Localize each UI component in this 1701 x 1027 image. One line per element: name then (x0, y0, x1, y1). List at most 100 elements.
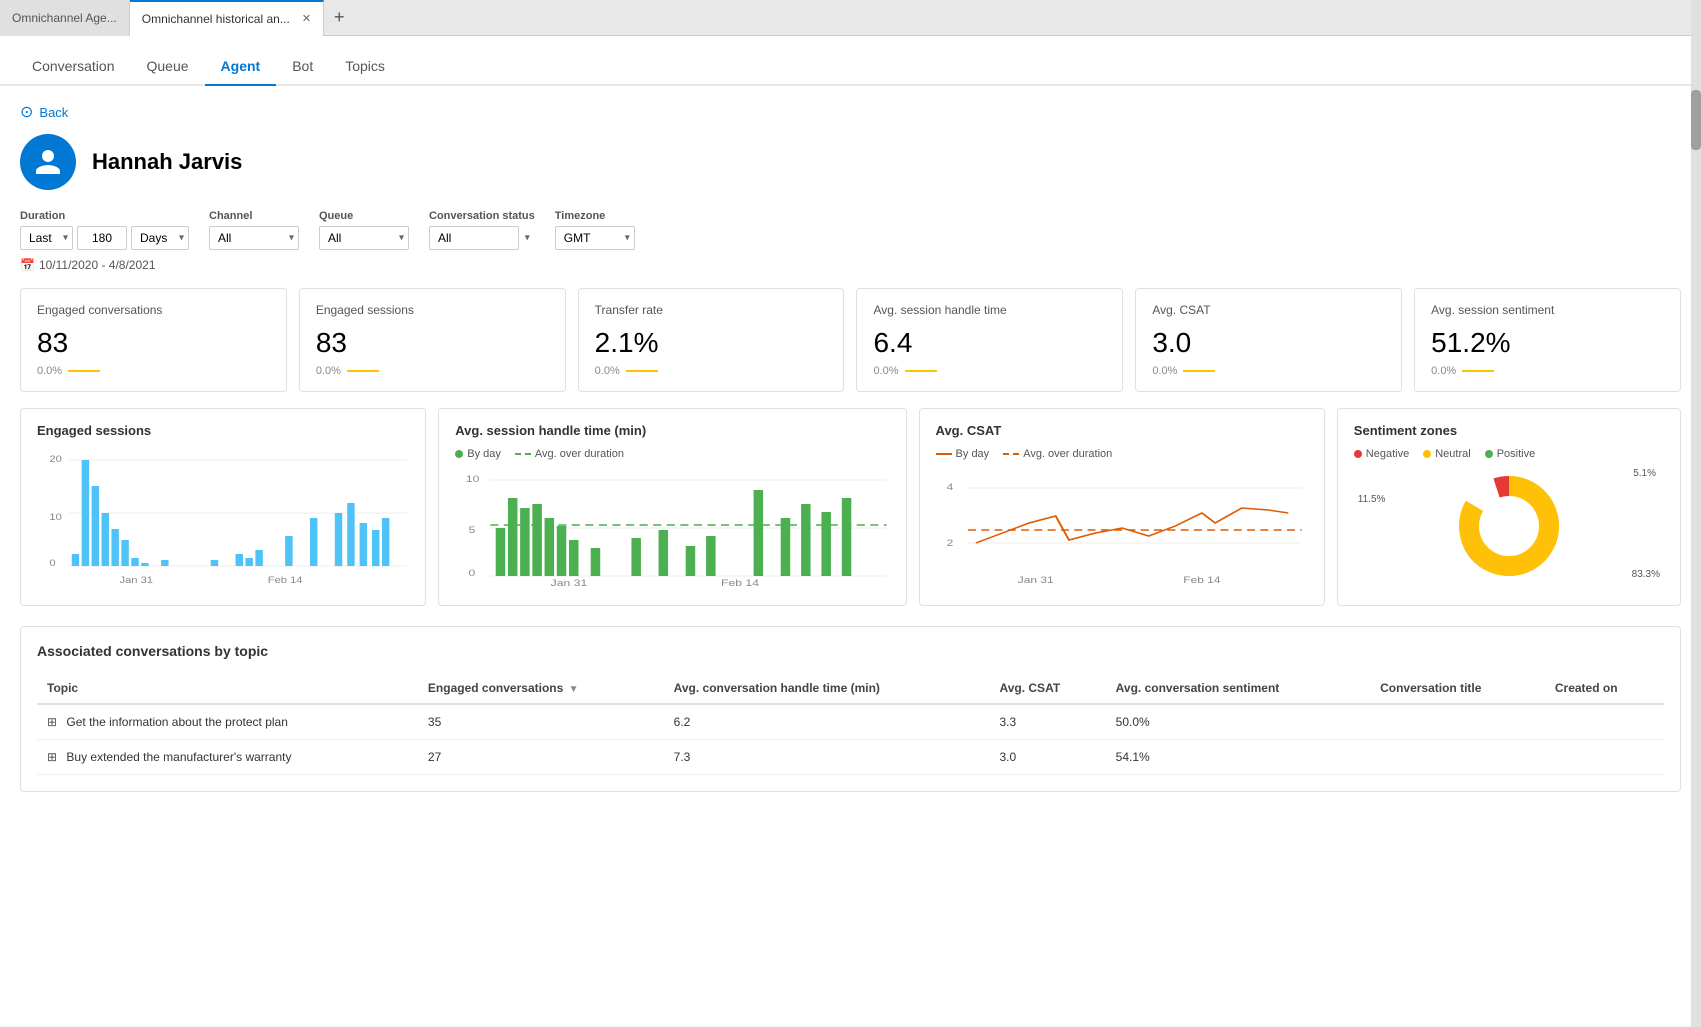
timezone-select[interactable]: GMT (555, 226, 635, 250)
date-range: 📅 10/11/2020 - 4/8/2021 (20, 258, 1681, 272)
row1-avg-csat: 3.3 (990, 704, 1106, 740)
row2-avg-handle: 7.3 (664, 740, 990, 775)
browser-tabs: Omnichannel Age... Omnichannel historica… (0, 0, 1701, 36)
back-button[interactable]: ⊙ Back (20, 102, 1681, 122)
col-conv-title: Conversation title (1370, 673, 1545, 704)
sentiment-zones-chart: Sentiment zones Negative Neutral Positiv… (1337, 408, 1681, 606)
kpi-avg-sent-change: 0.0% (1431, 365, 1456, 377)
csat-avg-line (1003, 453, 1019, 455)
svg-text:Jan 31: Jan 31 (1017, 575, 1053, 585)
csat-legend-by-day: By day (936, 448, 990, 460)
nav-item-bot[interactable]: Bot (276, 46, 329, 86)
kpi-engaged-conv-footer: 0.0% (37, 365, 270, 377)
neutral-pct: 83.3% (1632, 569, 1660, 580)
data-table: Topic Engaged conversations ▼ Avg. conve… (37, 673, 1664, 775)
scrollbar[interactable] (1691, 0, 1701, 1027)
engaged-sessions-chart: Engaged sessions 20 10 0 (20, 408, 426, 606)
kpi-avg-sent-value: 51.2% (1431, 327, 1664, 359)
table-section: Associated conversations by topic Topic … (20, 626, 1681, 792)
kpi-engaged-sess-change: 0.0% (316, 365, 341, 377)
kpi-avg-sent-footer: 0.0% (1431, 365, 1664, 377)
kpi-transfer-title: Transfer rate (595, 303, 828, 317)
scrollbar-thumb[interactable] (1691, 90, 1701, 150)
avg-csat-svg: 4 2 Jan 31 Feb 14 (936, 468, 1308, 588)
duration-unit-select[interactable]: Days (131, 226, 189, 250)
table-body: ⊞ Get the information about the protect … (37, 704, 1664, 775)
kpi-engaged-sess-value: 83 (316, 327, 549, 359)
expand-row1-button[interactable]: ⊞ (47, 715, 57, 729)
kpi-transfer-footer: 0.0% (595, 365, 828, 377)
kpi-avg-handle-footer: 0.0% (873, 365, 1106, 377)
nav-item-agent[interactable]: Agent (205, 46, 277, 86)
row1-created-on (1545, 704, 1664, 740)
legend-avg-duration: Avg. over duration (515, 448, 624, 460)
neutral-dot (1423, 450, 1431, 458)
nav-item-topics[interactable]: Topics (329, 46, 401, 86)
kpi-avg-csat-footer: 0.0% (1152, 365, 1385, 377)
filter-timezone: Timezone GMT (555, 210, 635, 250)
row2-topic: ⊞ Buy extended the manufacturer's warran… (37, 740, 418, 775)
table-row: ⊞ Buy extended the manufacturer's warran… (37, 740, 1664, 775)
app-nav: Conversation Queue Agent Bot Topics (0, 36, 1701, 86)
legend-by-day: By day (455, 448, 501, 460)
browser-tab-1[interactable]: Omnichannel Age... (0, 0, 130, 36)
add-tab-button[interactable]: + (324, 7, 355, 28)
engaged-sessions-svg: 20 10 0 (37, 448, 409, 588)
channel-select[interactable]: All (209, 226, 299, 250)
nav-item-queue[interactable]: Queue (131, 46, 205, 86)
kpi-engaged-sessions: Engaged sessions 83 0.0% (299, 288, 566, 392)
expand-row2-button[interactable]: ⊞ (47, 750, 57, 764)
kpi-avg-sentiment: Avg. session sentiment 51.2% 0.0% (1414, 288, 1681, 392)
browser-tab-2[interactable]: Omnichannel historical an... ✕ (130, 0, 324, 36)
back-label: Back (39, 105, 68, 120)
kpi-row: Engaged conversations 83 0.0% Engaged se… (20, 288, 1681, 392)
avg-handle-chart: Avg. session handle time (min) By day Av… (438, 408, 906, 606)
csat-by-day-label: By day (956, 448, 990, 460)
sentiment-legend: Negative Neutral Positive (1354, 448, 1664, 460)
negative-label: Negative (1366, 448, 1409, 460)
row1-topic: ⊞ Get the information about the protect … (37, 704, 418, 740)
col-avg-sentiment: Avg. conversation sentiment (1106, 673, 1370, 704)
svg-text:5: 5 (469, 525, 476, 535)
kpi-avg-sent-title: Avg. session sentiment (1431, 303, 1664, 317)
duration-controls: Last Days (20, 226, 189, 250)
svg-text:Jan 31: Jan 31 (551, 578, 588, 588)
negative-dot (1354, 450, 1362, 458)
conv-status-select[interactable]: All (429, 226, 519, 250)
duration-input[interactable] (77, 226, 127, 250)
table-row: ⊞ Get the information about the protect … (37, 704, 1664, 740)
avg-handle-chart-title: Avg. session handle time (min) (455, 423, 889, 438)
kpi-engaged-sess-bar (347, 370, 379, 372)
row1-conv-title (1370, 704, 1545, 740)
svg-text:2: 2 (946, 538, 953, 548)
avg-csat-chart-title: Avg. CSAT (936, 423, 1308, 438)
negative-legend: Negative (1354, 448, 1409, 460)
date-range-text: 10/11/2020 - 4/8/2021 (39, 258, 156, 272)
sentiment-chart-title: Sentiment zones (1354, 423, 1664, 438)
tab1-label: Omnichannel Age... (12, 11, 117, 25)
filter-conv-status: Conversation status All (429, 210, 535, 250)
avatar (20, 134, 76, 190)
duration-select-wrapper: Last (20, 226, 73, 250)
row2-created-on (1545, 740, 1664, 775)
kpi-avg-sent-bar (1462, 370, 1494, 372)
sort-icon[interactable]: ▼ (569, 684, 579, 695)
duration-unit-wrapper: Days (131, 226, 189, 250)
tab2-label: Omnichannel historical an... (142, 12, 290, 26)
kpi-engaged-conv-change: 0.0% (37, 365, 62, 377)
agent-name: Hannah Jarvis (92, 149, 242, 175)
close-tab-icon[interactable]: ✕ (302, 12, 311, 25)
svg-text:Jan 31: Jan 31 (120, 576, 154, 586)
duration-select[interactable]: Last (20, 226, 73, 250)
avg-duration-line (515, 453, 531, 455)
positive-label: Positive (1497, 448, 1536, 460)
row1-avg-sentiment: 50.0% (1106, 704, 1370, 740)
kpi-avg-csat-title: Avg. CSAT (1152, 303, 1385, 317)
row2-avg-csat: 3.0 (990, 740, 1106, 775)
filters-row: Duration Last Days Channel All (20, 210, 1681, 250)
col-created-on: Created on (1545, 673, 1664, 704)
nav-item-conversation[interactable]: Conversation (16, 46, 131, 86)
row2-engaged-conv: 27 (418, 740, 664, 775)
queue-select[interactable]: All (319, 226, 409, 250)
svg-text:0: 0 (49, 559, 56, 569)
